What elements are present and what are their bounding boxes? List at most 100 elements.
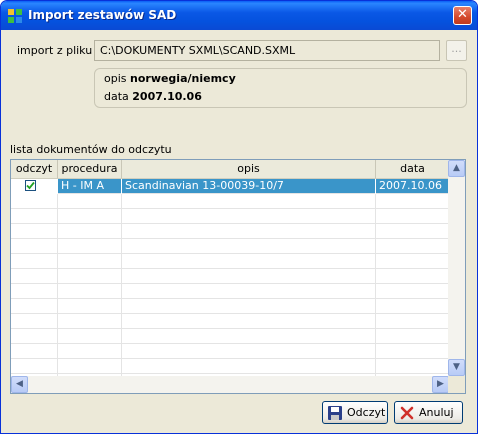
table-row[interactable] — [11, 344, 449, 359]
empty-cell — [11, 224, 58, 239]
import-file-label: import z pliku — [17, 44, 93, 57]
grid-header: odczyt procedura opis data — [11, 160, 449, 179]
empty-cell — [376, 344, 449, 359]
browse-button[interactable]: ... — [446, 40, 467, 61]
empty-cell — [58, 329, 122, 344]
scroll-right-icon[interactable]: ▶ — [432, 376, 449, 393]
procedura-cell: H - IM A — [58, 179, 122, 194]
table-row[interactable] — [11, 269, 449, 284]
empty-cell — [122, 329, 376, 344]
empty-cell — [11, 254, 58, 269]
checkmark-icon — [26, 181, 35, 190]
scroll-left-icon[interactable]: ◀ — [11, 376, 28, 393]
empty-cell — [376, 299, 449, 314]
empty-cell — [122, 314, 376, 329]
read-checkbox[interactable] — [25, 180, 36, 191]
table-row[interactable] — [11, 209, 449, 224]
file-info-box: opis norwegia/niemcy data 2007.10.06 — [94, 68, 467, 108]
empty-cell — [58, 194, 122, 209]
column-header-procedura[interactable]: procedura — [58, 160, 122, 178]
table-row[interactable] — [11, 284, 449, 299]
empty-cell — [122, 224, 376, 239]
empty-cell — [122, 239, 376, 254]
empty-cell — [122, 344, 376, 359]
app-icon — [8, 9, 22, 23]
empty-cell — [11, 299, 58, 314]
file-path-field[interactable]: C:\DOKUMENTY SXML\SCAND.SXML — [94, 40, 440, 61]
import-dialog: Import zestawów SAD ✕ import z pliku C:\… — [0, 0, 478, 434]
opis-value: norwegia/niemcy — [130, 72, 236, 85]
cancel-button-label: Anuluj — [419, 406, 454, 419]
table-row[interactable] — [11, 224, 449, 239]
empty-cell — [122, 194, 376, 209]
empty-cell — [122, 269, 376, 284]
empty-cell — [11, 329, 58, 344]
odczyt-cell[interactable] — [11, 179, 58, 194]
empty-cell — [11, 209, 58, 224]
empty-cell — [11, 239, 58, 254]
empty-cell — [376, 209, 449, 224]
read-button-label: Odczyt — [347, 406, 386, 419]
table-row[interactable] — [11, 194, 449, 209]
data-cell: 2007.10.06 — [376, 179, 449, 194]
empty-cell — [58, 344, 122, 359]
empty-cell — [58, 239, 122, 254]
empty-cell — [58, 359, 122, 374]
data-label: data — [104, 90, 129, 103]
empty-cell — [122, 299, 376, 314]
opis-cell: Scandinavian 13-00039-10/7 — [122, 179, 376, 194]
empty-cell — [376, 284, 449, 299]
close-icon[interactable]: ✕ — [453, 6, 472, 25]
document-list-label: lista dokumentów do odczytu — [10, 143, 172, 156]
vertical-scrollbar[interactable]: ▲ ▼ — [448, 160, 465, 376]
table-row[interactable] — [11, 299, 449, 314]
table-row[interactable] — [11, 329, 449, 344]
horizontal-scrollbar[interactable]: ◀ ▶ — [11, 376, 449, 393]
empty-cell — [376, 359, 449, 374]
empty-cell — [58, 209, 122, 224]
empty-cell — [376, 329, 449, 344]
empty-cell — [376, 239, 449, 254]
scrollbar-corner — [448, 376, 465, 393]
scroll-down-icon[interactable]: ▼ — [448, 359, 465, 376]
cancel-button[interactable]: Anuluj — [394, 401, 463, 424]
empty-cell — [58, 224, 122, 239]
document-grid[interactable]: odczyt procedura opis data H - IM A Scan… — [10, 159, 466, 394]
empty-cell — [122, 209, 376, 224]
empty-cell — [122, 254, 376, 269]
empty-cell — [58, 269, 122, 284]
column-header-data[interactable]: data — [376, 160, 449, 178]
empty-cell — [58, 299, 122, 314]
info-opis-row: opis norwegia/niemcy — [104, 72, 236, 85]
empty-cell — [376, 224, 449, 239]
column-header-opis[interactable]: opis — [122, 160, 376, 178]
opis-label: opis — [104, 72, 127, 85]
empty-cell — [58, 284, 122, 299]
table-row[interactable] — [11, 314, 449, 329]
table-row[interactable]: H - IM A Scandinavian 13-00039-10/7 2007… — [11, 179, 449, 194]
scroll-up-icon[interactable]: ▲ — [448, 160, 465, 177]
table-row[interactable] — [11, 359, 449, 374]
empty-cell — [11, 344, 58, 359]
read-button[interactable]: Odczyt — [322, 401, 388, 424]
empty-cell — [11, 314, 58, 329]
floppy-save-icon — [328, 405, 342, 420]
empty-cell — [58, 254, 122, 269]
info-data-row: data 2007.10.06 — [104, 90, 202, 103]
cancel-x-icon — [400, 406, 414, 419]
empty-cell — [376, 314, 449, 329]
grid-body: H - IM A Scandinavian 13-00039-10/7 2007… — [11, 179, 449, 389]
title-bar[interactable]: Import zestawów SAD ✕ — [1, 1, 477, 30]
empty-cell — [122, 359, 376, 374]
empty-cell — [376, 254, 449, 269]
table-row[interactable] — [11, 254, 449, 269]
data-value: 2007.10.06 — [132, 90, 202, 103]
column-header-odczyt[interactable]: odczyt — [11, 160, 58, 178]
empty-cell — [376, 194, 449, 209]
table-row[interactable] — [11, 239, 449, 254]
window-title: Import zestawów SAD — [28, 8, 177, 22]
empty-cell — [11, 194, 58, 209]
empty-cell — [11, 359, 58, 374]
empty-cell — [376, 269, 449, 284]
empty-cell — [122, 284, 376, 299]
